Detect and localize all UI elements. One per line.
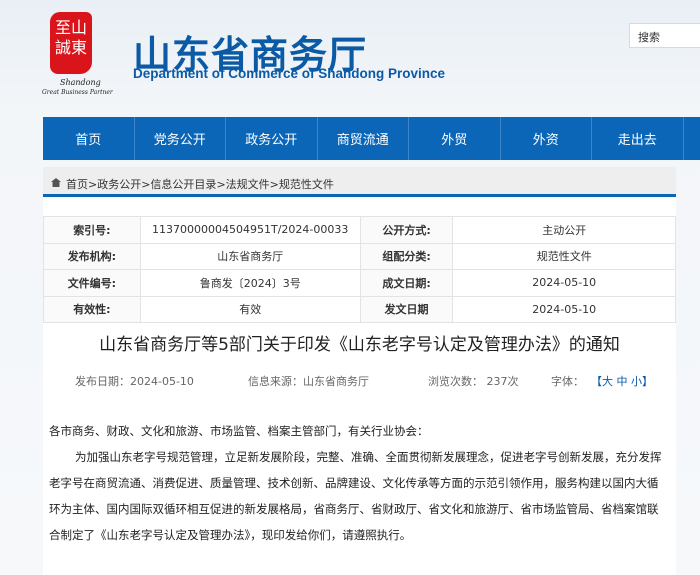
nav-government-affairs[interactable]: 政务公开 <box>226 117 318 160</box>
table-row: 发布机构: 山东省商务厅 组配分类: 规范性文件 <box>43 242 676 270</box>
nav-going-global[interactable]: 走出去 <box>592 117 684 160</box>
site-header: 至山 誠東 Shandong Great Business Partner 山东省… <box>0 0 700 115</box>
font-label: 字体： <box>551 375 584 388</box>
field-value: 山东省商务厅 <box>139 242 361 270</box>
nav-foreign-trade[interactable]: 外贸 <box>409 117 501 160</box>
breadcrumb: 首页>政务公开>信息公开目录>法规文件>规范性文件 <box>43 167 676 197</box>
field-label: 公开方式: <box>359 216 454 244</box>
bracket: 【 <box>591 375 602 388</box>
field-label: 文件编号: <box>43 269 141 297</box>
field-label: 组配分类: <box>359 242 454 270</box>
breadcrumb-catalog[interactable]: 信息公开目录 <box>150 178 216 191</box>
article-title: 山东省商务厅等5部门关于印发《山东老字号认定及管理办法》的通知 <box>99 335 620 355</box>
logo-subtitle: Shandong <box>60 78 101 87</box>
publish-date: 发布日期：2024-05-10 <box>75 375 194 388</box>
font-small[interactable]: 小 <box>631 375 642 388</box>
logo-tagline: Great Business Partner <box>42 89 113 96</box>
font-large[interactable]: 大 <box>602 375 613 388</box>
nav-home[interactable]: 首页 <box>43 117 135 160</box>
field-value: 2024-05-10 <box>452 269 676 297</box>
table-row: 文件编号: 鲁商发〔2024〕3号 成文日期: 2024-05-10 <box>43 269 676 297</box>
home-icon <box>51 178 61 187</box>
table-row: 有效性: 有效 发文日期 2024-05-10 <box>43 295 676 323</box>
field-value: 有效 <box>139 295 361 323</box>
main-nav: 首页 党务公开 政务公开 商贸流通 外贸 外资 走出去 <box>43 117 700 160</box>
field-value: 主动公开 <box>452 216 676 244</box>
search-input[interactable]: 搜索 <box>629 23 700 48</box>
logo[interactable]: 至山 誠東 <box>50 12 92 74</box>
breadcrumb-regulations[interactable]: 法规文件 <box>226 178 270 191</box>
nav-party-affairs[interactable]: 党务公开 <box>135 117 226 160</box>
info-source: 信息来源：山东省商务厅 <box>248 375 369 388</box>
field-label: 成文日期: <box>359 269 454 297</box>
salutation: 各市商务、财政、文化和旅游、市场监管、档案主管部门，有关行业协会： <box>49 424 429 438</box>
article-body: 各市商务、财政、文化和旅游、市场监管、档案主管部门，有关行业协会： 为加强山东老… <box>49 418 669 548</box>
field-label: 索引号: <box>43 216 141 244</box>
nav-foreign-investment[interactable]: 外资 <box>501 117 592 160</box>
nav-trade-circulation[interactable]: 商贸流通 <box>318 117 409 160</box>
breadcrumb-home[interactable]: 首页 <box>66 178 88 191</box>
table-row: 索引号: 11370000004504951T/2024-00033 公开方式: 主动… <box>43 216 676 244</box>
field-value: 规范性文件 <box>452 242 676 270</box>
info-table: 索引号: 11370000004504951T/2024-00033 公开方式: 主动… <box>43 216 676 323</box>
field-value: 11370000004504951T/2024-00033 <box>139 216 361 244</box>
field-value: 2024-05-10 <box>452 295 676 323</box>
breadcrumb-gov[interactable]: 政务公开 <box>97 178 141 191</box>
paragraph: 为加强山东老字号规范管理，立足新发展阶段，完整、准确、全面贯彻新发展理念，促进老… <box>49 450 662 542</box>
field-label: 发布机构: <box>43 242 141 270</box>
field-label: 发文日期 <box>359 295 454 323</box>
field-value: 鲁商发〔2024〕3号 <box>139 269 361 297</box>
breadcrumb-normative[interactable]: 规范性文件 <box>279 178 334 191</box>
font-size-control: 字体： 【大 中 小】 <box>551 373 653 389</box>
bracket: 】 <box>642 375 653 388</box>
content: 索引号: 11370000004504951T/2024-00033 公开方式: 主动… <box>43 197 676 575</box>
font-medium[interactable]: 中 <box>617 375 628 388</box>
view-count: 浏览次数： 237次 <box>428 375 519 388</box>
field-label: 有效性: <box>43 295 141 323</box>
site-title-english: Department of Commerce of Shandong Provi… <box>133 66 446 81</box>
